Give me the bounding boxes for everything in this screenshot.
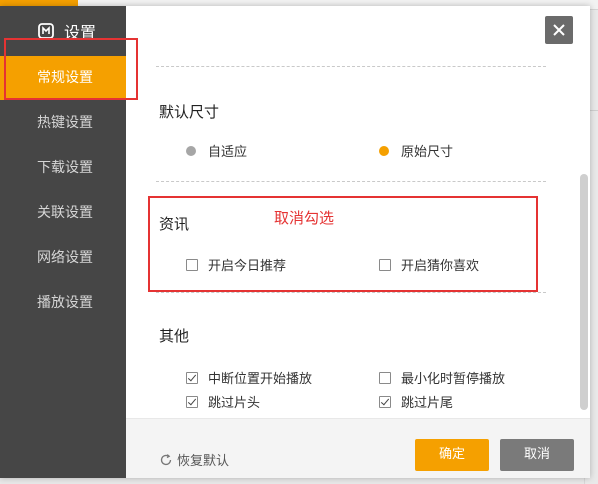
restore-defaults-link[interactable]: 恢复默认 — [159, 450, 229, 469]
refresh-icon — [160, 453, 172, 465]
divider — [156, 181, 546, 182]
checkbox-box — [186, 395, 198, 408]
annotation-box-general — [4, 38, 138, 100]
radio-original-size[interactable]: 原始尺寸 — [379, 141, 453, 160]
confirm-button[interactable]: 确定 — [415, 439, 489, 471]
radio-on-indicator — [379, 145, 389, 156]
checkbox-skip-outro[interactable]: 跳过片尾 — [379, 392, 453, 411]
divider — [156, 292, 546, 293]
checkbox-label: 跳过片尾 — [401, 396, 454, 411]
close-button[interactable] — [545, 16, 573, 44]
radio-label: 原始尺寸 — [401, 145, 454, 160]
checkbox-label: 最小化时暂停播放 — [401, 372, 506, 387]
checkbox-box — [379, 395, 391, 408]
checkbox-pause-on-minimize[interactable]: 最小化时暂停播放 — [379, 368, 505, 387]
checkbox-box — [379, 371, 391, 384]
restore-label: 恢复默认 — [177, 454, 230, 469]
sidebar-item-playback[interactable]: 播放设置 — [0, 281, 126, 325]
radio-label: 自适应 — [208, 145, 248, 160]
scrollbar-thumb[interactable] — [580, 174, 588, 410]
annotation-text: 取消勾选 — [274, 209, 335, 227]
checkbox-label: 跳过片头 — [208, 396, 261, 411]
annotation-box-news — [148, 196, 538, 292]
checkbox-box — [186, 371, 198, 384]
checkbox-label: 中断位置开始播放 — [208, 372, 313, 387]
sidebar-item-network[interactable]: 网络设置 — [0, 236, 126, 280]
sidebar-item-association[interactable]: 关联设置 — [0, 191, 126, 235]
sidebar-item-hotkeys[interactable]: 热键设置 — [0, 101, 126, 145]
sidebar-item-download[interactable]: 下载设置 — [0, 146, 126, 190]
divider — [156, 66, 546, 67]
dialog-footer: 恢复默认 确定 取消 — [126, 418, 590, 478]
close-icon — [553, 24, 565, 36]
app-logo-icon — [38, 23, 54, 39]
radio-adaptive[interactable]: 自适应 — [186, 141, 247, 160]
radio-off-indicator — [186, 145, 196, 156]
cancel-button[interactable]: 取消 — [500, 439, 574, 471]
checkbox-resume-playback[interactable]: 中断位置开始播放 — [186, 368, 312, 387]
checkbox-skip-intro[interactable]: 跳过片头 — [186, 392, 260, 411]
section-title-size: 默认尺寸 — [159, 103, 220, 121]
section-title-other: 其他 — [159, 327, 190, 345]
